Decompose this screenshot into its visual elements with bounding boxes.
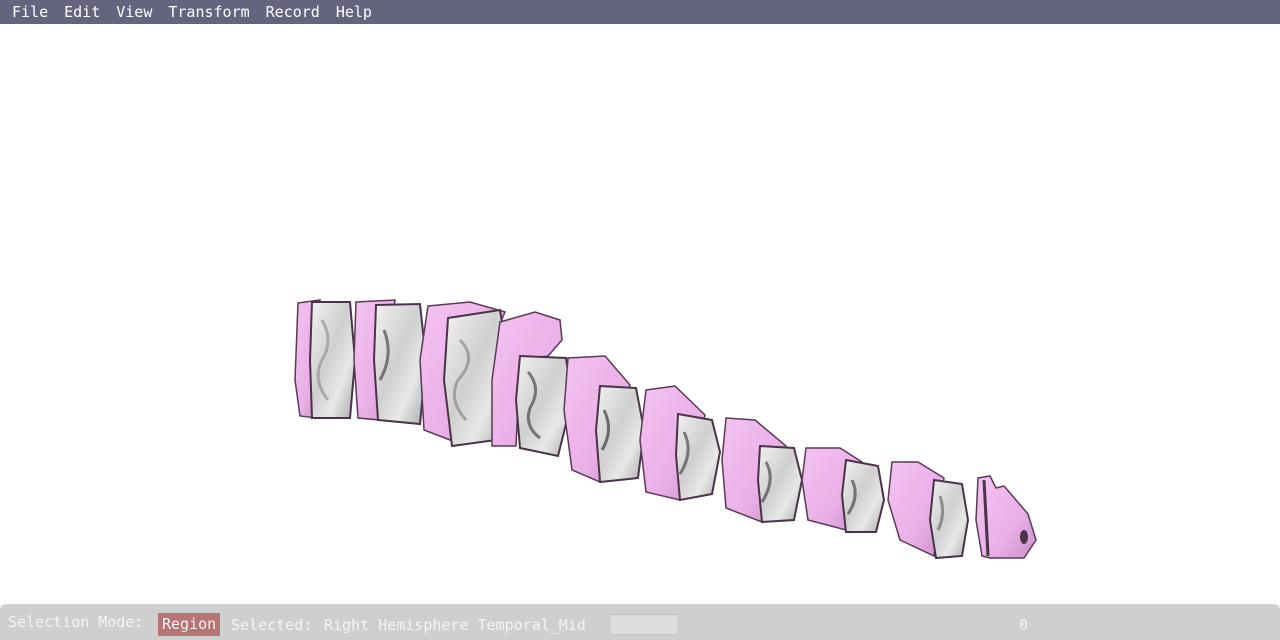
brain-slab-10[interactable] (975, 475, 1037, 559)
menu-edit[interactable]: Edit (56, 0, 108, 24)
selection-color-swatch (609, 614, 679, 635)
brain-slab-2[interactable] (353, 299, 428, 426)
selected-label: Selected: (231, 616, 313, 634)
status-bar: Selection Mode: Region Selected: Right H… (0, 604, 1280, 640)
menu-transform[interactable]: Transform (160, 0, 257, 24)
status-counter: 0 (1018, 616, 1028, 634)
menu-file[interactable]: File (4, 0, 56, 24)
menu-view[interactable]: View (108, 0, 160, 24)
selection-mode-label: Selection Mode: (8, 613, 144, 631)
brain-slices-render (294, 299, 1037, 560)
brain-slab-6[interactable] (639, 385, 722, 502)
3d-viewport[interactable] (0, 24, 1280, 604)
selected-region-name: Right Hemisphere Temporal_Mid (324, 616, 586, 634)
menu-bar: File Edit View Transform Record Help (0, 0, 1280, 24)
menu-record[interactable]: Record (258, 0, 328, 24)
brain-slab-1[interactable] (294, 299, 357, 419)
brain-slab-9[interactable] (887, 461, 970, 560)
menu-help[interactable]: Help (328, 0, 380, 24)
brain-slab-5[interactable] (563, 355, 646, 484)
brain-slab-7[interactable] (721, 417, 804, 524)
selection-mode-badge[interactable]: Region (158, 613, 221, 636)
brain-slab-4[interactable] (491, 311, 574, 458)
brain-slab-8[interactable] (801, 447, 886, 533)
